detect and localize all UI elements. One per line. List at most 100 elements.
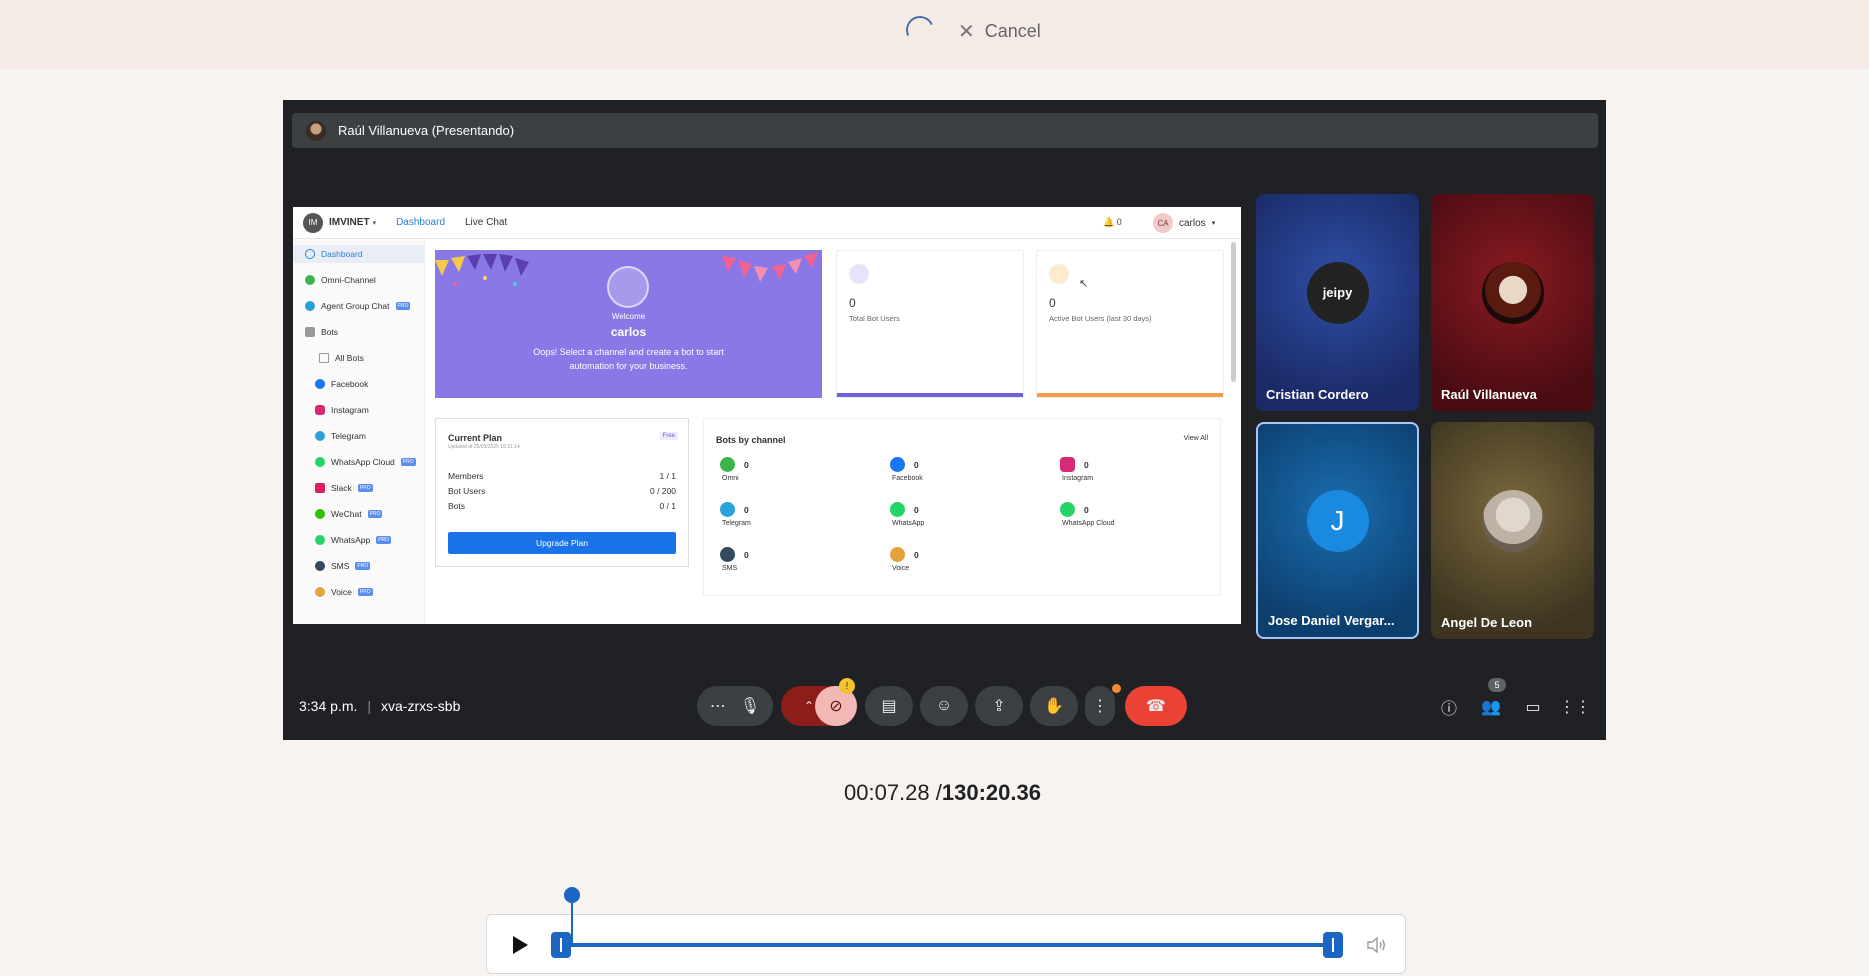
shared-screen: IM IMVINET ▾ Dashboard Live Chat 🔔 0 CA …	[293, 207, 1241, 624]
raise-hand-button[interactable]: ✋	[1030, 686, 1078, 726]
app-sidebar: Dashboard Omni-Channel Agent Group Chat P…	[293, 239, 425, 624]
clock: 3:34 p.m.	[299, 698, 358, 714]
participant-avatar: jeipy	[1306, 261, 1369, 324]
stat-label: Total Bot Users	[849, 314, 900, 323]
telegram-icon	[720, 502, 735, 517]
channel-facebook: 0 Facebook	[886, 455, 1016, 485]
hand-icon: ✋	[1044, 698, 1064, 715]
more-options-button[interactable]: ⋮	[1085, 684, 1121, 726]
telegram-icon	[315, 431, 325, 441]
sidebar-item-telegram: Telegram	[315, 427, 366, 445]
dashboard-icon	[305, 249, 315, 259]
stat-label: Active Bot Users (last 30 days)	[1049, 314, 1152, 323]
whatsapp-icon	[890, 502, 905, 517]
sidebar-item-facebook: Facebook	[315, 375, 368, 393]
channel-omni: 0 Omni	[716, 455, 846, 485]
sidebar-item-voice: Voice PRO	[315, 583, 373, 601]
sidebar-item-whatsapp-cloud: WhatsApp Cloud PRO	[315, 453, 416, 471]
participant-name: Angel De Leon	[1441, 615, 1533, 630]
voice-icon	[890, 547, 905, 562]
participant-avatar	[1481, 261, 1544, 324]
participant-tile[interactable]: J Jose Daniel Vergar...	[1256, 422, 1419, 639]
chat-button[interactable]: ▭	[1522, 696, 1544, 718]
chat-icon: ▭	[1525, 699, 1541, 716]
trim-end-handle[interactable]	[1323, 932, 1343, 958]
play-button[interactable]	[507, 933, 531, 957]
bunting-decoration	[722, 252, 818, 282]
plan-row-value: 1 / 1	[659, 471, 676, 481]
meeting-details-button[interactable]: ⓘ	[1438, 696, 1460, 718]
hangup-icon: ☎	[1146, 698, 1166, 715]
user-name: carlos	[1179, 217, 1206, 229]
sidebar-item-label: All Bots	[335, 353, 364, 363]
slack-icon	[315, 483, 325, 493]
welcome-name: carlos	[610, 325, 647, 339]
volume-icon[interactable]	[1365, 933, 1389, 957]
captions-icon: ▤	[881, 698, 897, 715]
people-button[interactable]: 👥 5	[1480, 678, 1506, 718]
participant-tile[interactable]: Raúl Villanueva	[1431, 194, 1594, 411]
channel-voice: 0 Voice	[886, 545, 1016, 575]
users-icon	[849, 264, 869, 284]
notifications: 🔔 0	[1103, 217, 1122, 228]
sidebar-item-dashboard: Dashboard	[293, 245, 425, 263]
chevron-down-icon: ▾	[1211, 220, 1216, 227]
sidebar-item-label: Telegram	[331, 431, 366, 441]
whatsapp-icon	[1060, 502, 1075, 517]
current-time: 00:07.28	[844, 780, 930, 805]
leave-call-button[interactable]: ☎	[1125, 686, 1187, 726]
trim-track[interactable]	[559, 943, 1333, 947]
messenger-icon	[890, 457, 905, 472]
pro-badge: PRO	[357, 484, 373, 492]
top-bar: ✕ Cancel	[0, 0, 1869, 69]
list-icon	[319, 353, 329, 363]
channel-count: 0	[914, 505, 919, 515]
participant-tile[interactable]: Angel De Leon	[1431, 422, 1594, 639]
mic-control[interactable]: ⋯ 🎙	[697, 686, 773, 726]
sidebar-item-all-bots: All Bots	[319, 349, 364, 367]
plan-row-value: 0 / 200	[650, 486, 676, 496]
playhead-handle[interactable]	[564, 887, 580, 903]
bunting-decoration	[435, 254, 529, 286]
emoji-icon: ☺	[935, 697, 953, 714]
microphone-icon: 🎙	[739, 698, 761, 715]
welcome-message: Oops! Select a channel and create a bot …	[533, 347, 724, 371]
info-icon: ⓘ	[1440, 701, 1457, 718]
participant-name: Jose Daniel Vergar...	[1268, 613, 1395, 628]
cancel-button[interactable]: ✕ Cancel	[958, 18, 1041, 44]
sidebar-item-label: Facebook	[331, 379, 369, 389]
channel-name: WhatsApp Cloud	[1062, 520, 1115, 527]
upgrade-plan-button: Upgrade Plan	[448, 532, 676, 554]
sidebar-item-label: Instagram	[331, 405, 369, 415]
notification-count: 0	[1116, 217, 1122, 227]
trim-start-handle[interactable]	[551, 932, 571, 958]
user-avatar: CA	[1153, 213, 1173, 233]
present-screen-icon: ⇪	[992, 698, 1006, 715]
more-vert-icon: ⋮	[1092, 698, 1108, 715]
sidebar-item-agent-group-chat: Agent Group Chat PRO	[305, 297, 411, 315]
presenter-label: Raúl Villanueva (Presentando)	[338, 123, 515, 138]
pro-badge: PRO	[357, 588, 373, 596]
view-all-link: View All	[1183, 435, 1208, 442]
reactions-button[interactable]: ☺	[920, 686, 968, 726]
people-icon: 👥	[1481, 699, 1501, 716]
warning-icon: !	[839, 678, 855, 694]
omni-icon	[305, 275, 315, 285]
camera-control[interactable]: ⌃ ⊘ !	[781, 678, 857, 726]
present-button[interactable]: ⇪	[975, 686, 1023, 726]
activities-button[interactable]: ⋮⋮	[1559, 696, 1591, 718]
participant-tile[interactable]: jeipy Cristian Cordero	[1256, 194, 1419, 411]
plan-row: Bots 0 / 1	[448, 501, 676, 511]
stat-bar	[837, 393, 1023, 397]
sidebar-item-label: WhatsApp Cloud	[331, 457, 395, 467]
video-player-controls	[486, 887, 1406, 974]
instagram-icon	[315, 405, 325, 415]
sms-icon	[315, 561, 325, 571]
participant-name: Raúl Villanueva	[1441, 387, 1537, 402]
bell-icon: 🔔	[1103, 217, 1115, 227]
plan-row-label: Bots	[448, 501, 466, 511]
captions-button[interactable]: ▤	[865, 686, 913, 726]
video-frame: Raúl Villanueva (Presentando) IM IMVINET…	[283, 100, 1606, 740]
sidebar-item-label: WhatsApp	[331, 535, 371, 545]
whatsapp-icon	[315, 535, 325, 545]
